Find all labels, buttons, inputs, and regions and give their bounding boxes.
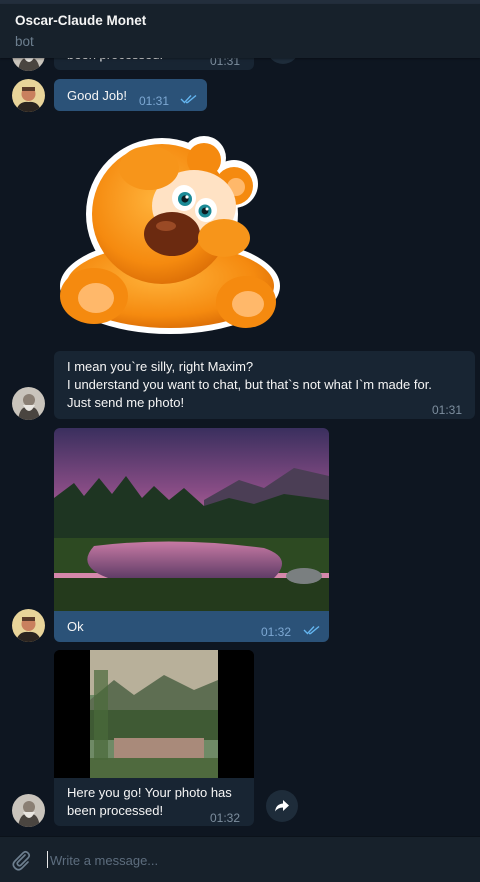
paperclip-icon (12, 850, 31, 871)
message-time: 01:32 (210, 811, 241, 825)
message-text-line: I understand you want to chat, but that`… (67, 377, 432, 392)
avatar[interactable] (12, 609, 45, 642)
double-check-icon (303, 625, 320, 635)
orange-bear-sticker (60, 136, 280, 334)
user-avatar-image (12, 79, 45, 112)
sticker-message[interactable] (54, 136, 282, 336)
message-text-line: Just send me photo! (67, 395, 185, 410)
avatar[interactable] (12, 387, 45, 420)
message-time: 01:32 (261, 625, 292, 639)
message-text-line: Here you go! Your photo has (67, 785, 232, 800)
message-text: Good Job! (67, 88, 127, 103)
monet-avatar-image (12, 387, 45, 420)
processed-photo[interactable] (54, 650, 254, 778)
photo-caption: Ok (67, 619, 84, 634)
landscape-photo (54, 428, 329, 611)
chat-header[interactable]: Oscar-Claude Monet bot (0, 4, 480, 58)
photo-caption-bubble[interactable]: Ok 01:32 (54, 611, 329, 642)
message-composer (0, 836, 480, 882)
message-list[interactable]: been processed. 01:31 Good Job! 01:31 (0, 0, 480, 836)
chat-title[interactable]: Oscar-Claude Monet (15, 13, 146, 28)
message-text-line: been processed! (67, 803, 164, 818)
message-input[interactable] (48, 850, 452, 870)
avatar[interactable] (12, 794, 45, 827)
message-time: 01:31 (432, 403, 463, 417)
message-bubble[interactable]: Here you go! Your photo has been process… (54, 778, 254, 826)
message-text-line: I mean you`re silly, right Maxim? (67, 359, 254, 374)
message-bubble[interactable]: I mean you`re silly, right Maxim? I unde… (54, 351, 475, 419)
painted-landscape-photo (54, 650, 254, 778)
share-arrow-icon (275, 800, 289, 812)
chat-subtitle: bot (15, 34, 34, 49)
monet-avatar-image (12, 794, 45, 827)
attach-button[interactable] (10, 849, 32, 871)
message-time: 01:31 (139, 94, 170, 108)
avatar[interactable] (12, 79, 45, 112)
sent-photo[interactable] (54, 428, 329, 611)
message-bubble-outgoing[interactable]: Good Job! 01:31 (54, 79, 207, 111)
user-avatar-image (12, 609, 45, 642)
double-check-icon (180, 94, 197, 104)
share-button[interactable] (266, 790, 298, 822)
